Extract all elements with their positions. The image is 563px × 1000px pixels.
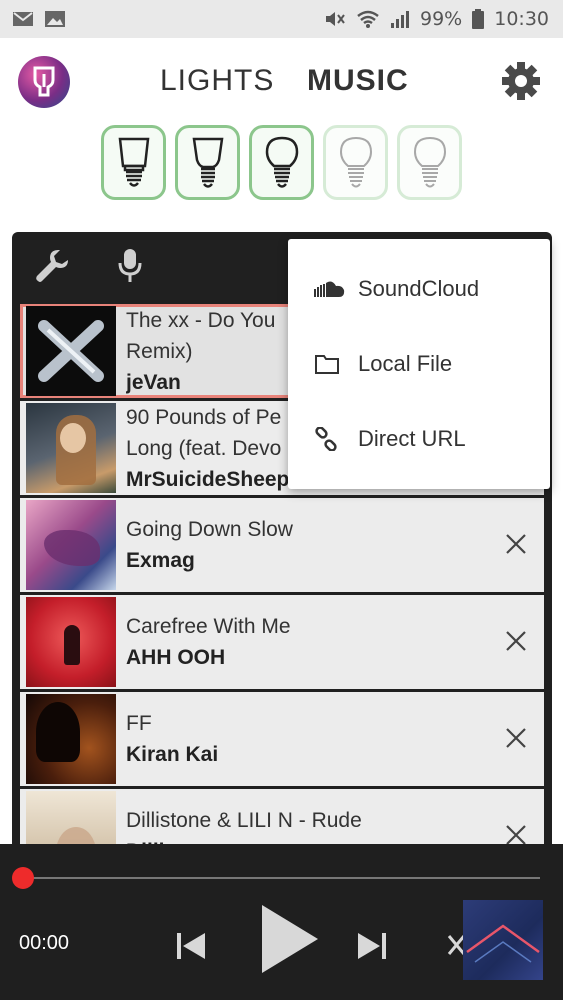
close-icon[interactable] [504, 532, 528, 556]
tab-lights[interactable]: LIGHTS [160, 64, 274, 98]
folder-icon [315, 354, 339, 374]
menu-item-label: Local File [358, 350, 453, 376]
gmail-icon [13, 12, 33, 26]
bulb-button-3[interactable] [249, 125, 314, 200]
add-source-menu: SoundCloud Local File Direct URL [288, 239, 550, 489]
now-playing-art[interactable] [463, 900, 543, 980]
microphone-icon[interactable] [117, 248, 143, 284]
menu-item-soundcloud[interactable]: SoundCloud [288, 251, 550, 326]
track-artist: AHH OOH [126, 646, 226, 669]
battery-percent: 99% [420, 8, 463, 30]
status-bar: 99% 10:30 [0, 0, 563, 38]
menu-item-label: Direct URL [358, 425, 466, 451]
menu-item-label: SoundCloud [358, 275, 480, 301]
list-item[interactable]: FF Kiran Kai [20, 692, 544, 786]
bulb-button-2[interactable] [175, 125, 240, 200]
bulb-button-1[interactable] [101, 125, 166, 200]
close-icon[interactable] [504, 629, 528, 653]
track-title: FF [126, 712, 152, 735]
bulb-icon [192, 137, 223, 188]
track-artist: Kiran Kai [126, 743, 219, 766]
play-icon[interactable] [258, 902, 320, 976]
track-title: Dillistone & LILI N - Rude [126, 809, 362, 832]
seek-bar[interactable] [22, 877, 540, 879]
list-item[interactable]: Going Down Slow Exmag [20, 498, 544, 592]
battery-icon [472, 9, 485, 29]
art-graphic [466, 924, 540, 963]
gear-icon[interactable] [500, 60, 542, 102]
list-item[interactable]: Carefree With Me AHH OOH [20, 595, 544, 689]
bulb-button-5[interactable] [397, 125, 462, 200]
image-icon [45, 11, 65, 27]
app-header: LIGHTS MUSIC [0, 38, 563, 124]
menu-item-local-file[interactable]: Local File [288, 326, 550, 401]
clock: 10:30 [494, 8, 549, 30]
album-art [26, 694, 116, 784]
mute-icon [326, 12, 345, 26]
wifi-icon [357, 10, 379, 28]
bulb-icon [339, 136, 372, 187]
bulb-icon [265, 136, 298, 188]
bulb-icon [118, 137, 149, 187]
bulb-icon [413, 136, 446, 187]
track-artist: Exmag [126, 549, 195, 572]
track-title: Going Down Slow [126, 518, 293, 541]
soundcloud-icon [314, 281, 345, 297]
previous-icon[interactable] [175, 930, 207, 962]
tab-music[interactable]: MUSIC [307, 64, 409, 98]
bulb-selector [101, 125, 462, 200]
next-icon[interactable] [356, 930, 388, 962]
wrench-icon[interactable] [34, 248, 70, 284]
signal-icon [391, 11, 409, 28]
close-icon[interactable] [504, 726, 528, 750]
track-title: Carefree With Me [126, 615, 291, 638]
album-art [26, 597, 116, 687]
album-art [26, 306, 116, 396]
player-bar: 00:00 [0, 844, 563, 1000]
app-logo[interactable] [18, 56, 70, 108]
xx-logo-art [38, 320, 104, 382]
link-icon [315, 426, 337, 451]
bulb-button-4[interactable] [323, 125, 388, 200]
seek-thumb[interactable] [12, 867, 34, 889]
album-art [26, 403, 116, 493]
album-art [26, 500, 116, 590]
bulb-logo-icon [33, 66, 55, 97]
elapsed-time: 00:00 [19, 932, 70, 954]
menu-item-direct-url[interactable]: Direct URL [288, 401, 550, 476]
